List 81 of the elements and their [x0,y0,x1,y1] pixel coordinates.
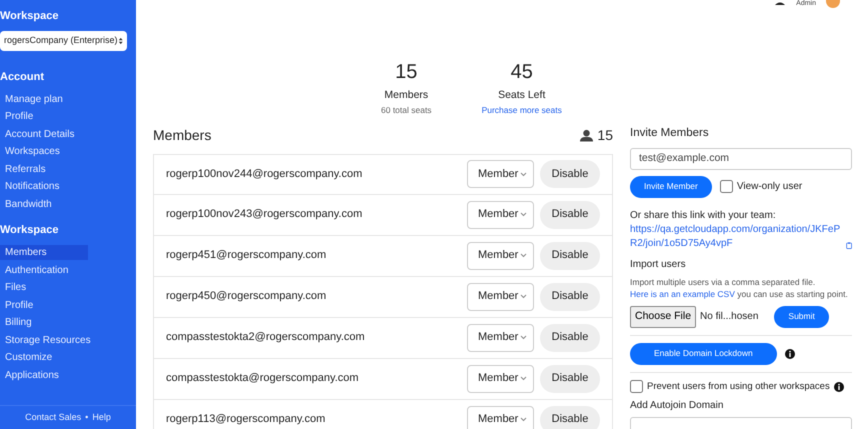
role-select[interactable]: Member [467,160,534,188]
subsection-title: Add Autojoin Domain [630,399,724,413]
role-select[interactable]: Member [467,406,534,429]
member-email: rogerp100nov243@rogerscompany.com [166,207,364,222]
section-title: Invite Members [630,126,710,140]
caret-icon [520,212,527,217]
role-select[interactable]: Member [467,242,534,270]
caret-icon [520,253,527,258]
sidebar-item[interactable]: Billing [0,315,88,330]
contact-sales-link[interactable]: Contact Sales [25,412,82,422]
section-title: Members [153,126,212,144]
example-csv-link[interactable]: Here is an an example CSV [630,288,735,299]
caret-icon [520,417,527,422]
person-icon [580,128,594,142]
help-link[interactable]: Help [92,412,111,422]
section-heading: Account [0,70,45,84]
invite-link[interactable]: https://qa.getcloudapp.com/organization/JKFePR2/join/1o5D75Ay4vpF [630,222,846,251]
role-select[interactable]: Member [467,200,534,228]
sidebar-item[interactable]: Manage plan [0,92,88,106]
email-field[interactable]: test@example.com [630,148,852,170]
member-email: compasstestokta@rogerscompany.com [166,371,360,386]
info-icon [834,382,844,392]
caret-icon [520,294,527,299]
sidebar-item[interactable]: Storage Resources [0,332,96,347]
subsection-title: Import users [630,258,687,272]
caret-icon [520,335,527,340]
stat-value: 15 [394,62,418,82]
sidebar-item[interactable]: Account Details [0,126,88,141]
sidebar-item[interactable]: Customize [0,350,88,364]
sort-icon [118,36,123,46]
disable-button[interactable]: Disable [540,324,600,352]
submit-button[interactable]: Submit [774,306,829,328]
caret-icon [520,172,527,176]
purchase-seats-link[interactable]: Purchase more seats [482,104,562,116]
caret-icon [520,376,527,381]
bell-icon [774,0,786,6]
stat-value: 45 [510,62,534,82]
checkbox-label: Prevent users from using other workspaces [647,380,830,394]
sidebar-item[interactable]: Bandwidth [0,196,88,211]
member-email: rogerp451@rogerscompany.com [166,248,328,264]
choose-file-button[interactable]: Choose File [630,306,696,328]
info-icon [784,348,795,359]
clipboard-icon [846,240,852,251]
role-select[interactable]: Member [467,364,534,392]
member-email: compasstestokta2@rogerscompany.com [166,330,366,346]
prevent-checkbox[interactable] [630,380,643,394]
role-select[interactable]: Member [467,282,534,310]
share-text: Or share this link with your team: [630,208,777,223]
separator: • [85,412,88,422]
member-email: rogerp450@rogerscompany.com [166,289,328,304]
sidebar-item[interactable]: Files [0,280,88,294]
import-description: Import multiple users via a comma separated file. Here is an an example CSV you can use as starting point. [630,276,849,300]
sidebar-item[interactable]: Workspaces [0,144,88,158]
disable-button[interactable]: Disable [540,282,600,310]
section-heading: Workspace [0,10,60,23]
section-heading: Workspace [0,224,60,237]
stat-label: Seats Left [497,88,546,103]
sidebar-item[interactable]: Profile [0,109,88,124]
sidebar-item[interactable]: Notifications [0,179,88,194]
disable-button[interactable]: Disable [540,200,600,228]
disable-button[interactable]: Disable [540,242,600,270]
disable-button[interactable]: Disable [540,406,600,429]
role-select[interactable]: Member [467,324,534,352]
member-email: rogerp113@rogerscompany.com [166,412,326,428]
stat-subtext: 60 total seats [381,104,432,116]
sidebar-item[interactable]: Referrals [0,162,88,176]
member-count: 15 [597,126,613,144]
sidebar-item[interactable]: Applications [0,368,88,382]
view-only-checkbox[interactable] [720,180,733,194]
sidebar-item[interactable]: Profile [0,298,88,312]
sidebar-item[interactable]: Members [0,245,88,260]
checkbox-label: View-only user [736,180,802,194]
member-email: rogerp100nov244@rogerscompany.com [166,166,364,182]
workspace-select[interactable]: rogersCompany (Enterprise) [0,31,127,50]
invite-member-button[interactable]: Invite Member [630,176,712,198]
enable-domain-lockdown-button[interactable]: Enable Domain Lockdown [630,342,777,365]
disable-button[interactable]: Disable [540,364,600,392]
disable-button[interactable]: Disable [540,160,600,188]
file-name: No fil...hosen [700,310,758,324]
stat-label: Members [383,88,430,103]
sidebar-item[interactable]: Authentication [0,262,88,277]
